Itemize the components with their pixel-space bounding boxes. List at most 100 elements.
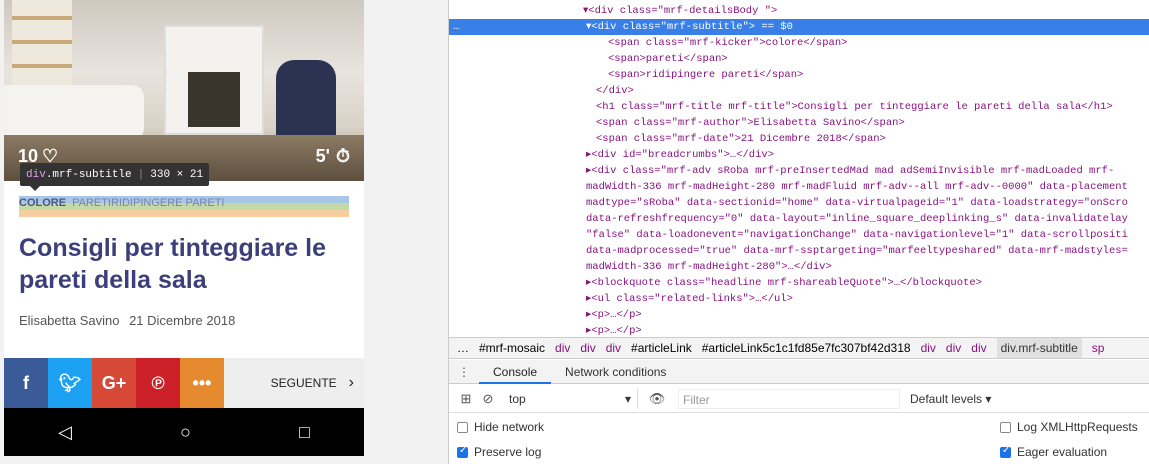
dom-tree-node[interactable]: ▸<ul class="related-links">…</ul> bbox=[449, 291, 1149, 307]
dom-tree-node[interactable]: ▾<div class="mrf-detailsBody "> bbox=[449, 3, 1149, 19]
back-icon[interactable]: ◁ bbox=[58, 422, 72, 443]
levels-dropdown[interactable]: Default levels ▾ bbox=[910, 392, 991, 406]
clear-console-icon[interactable]: ⊘ bbox=[477, 391, 499, 407]
dom-tree-node[interactable]: … ▾<div class="mrf-subtitle"> == $0 bbox=[449, 19, 1149, 35]
tooltip-tag: div bbox=[26, 168, 46, 181]
eager-eval-option[interactable]: Eager evaluation bbox=[1000, 445, 1107, 459]
breadcrumb-item[interactable]: sp bbox=[1092, 341, 1105, 355]
node-menu-icon[interactable]: … bbox=[453, 19, 459, 35]
tooltip-separator: | bbox=[137, 168, 145, 181]
dom-tree-node[interactable]: <span class="mrf-kicker">colore</span> bbox=[449, 35, 1149, 51]
dom-tree-node-text: <span>ridipingere pareti</span> bbox=[608, 69, 804, 81]
hide-network-option[interactable]: Hide network bbox=[457, 420, 544, 434]
dom-tree-node[interactable]: <span class="mrf-date">21 Dicembre 2018<… bbox=[449, 131, 1149, 147]
dom-tree-node-text: ▸<div class="mrf-adv sRoba mrf-preInsert… bbox=[586, 165, 1115, 177]
dom-tree-node-text: madtype="sRoba" data-sectionid="home" da… bbox=[586, 197, 1128, 209]
breadcrumb-item[interactable]: div bbox=[606, 341, 621, 355]
home-icon[interactable]: ○ bbox=[180, 422, 191, 443]
log-xhr-option[interactable]: Log XMLHttpRequests bbox=[1000, 420, 1138, 434]
breadcrumb-item[interactable]: #mrf-mosaic bbox=[479, 341, 545, 355]
dom-tree-node[interactable]: </div> bbox=[449, 83, 1149, 99]
dom-tree-node-text: <span class="mrf-date">21 Dicembre 2018<… bbox=[596, 133, 886, 145]
pinterest-icon: ℗ bbox=[151, 372, 165, 393]
next-label: SEGUENTE bbox=[270, 376, 337, 390]
context-select[interactable]: top ▾ bbox=[503, 388, 638, 409]
preserve-log-label: Preserve log bbox=[474, 445, 542, 459]
eager-eval-label: Eager evaluation bbox=[1017, 445, 1108, 459]
dom-tree-node[interactable]: ▸<blockquote class="headline mrf-shareab… bbox=[449, 275, 1149, 291]
preserve-log-checkbox[interactable] bbox=[457, 445, 468, 458]
dom-tree-node-text: ▸<ul class="related-links">…</ul> bbox=[586, 293, 793, 305]
breadcrumb-item[interactable]: div bbox=[580, 341, 595, 355]
dom-tree-node[interactable]: madtype="sRoba" data-sectionid="home" da… bbox=[449, 195, 1149, 211]
share-bar: f 🐦︎ G+ ℗ ••• SEGUENTE › bbox=[4, 358, 364, 408]
dom-tree-node-text: "false" data-loadonevent="navigationChan… bbox=[586, 229, 1128, 241]
read-time: 5' ⏱ bbox=[316, 146, 350, 167]
dom-tree-node[interactable]: madWidth-336 mrf-madHeight-280 mrf-madFl… bbox=[449, 179, 1149, 195]
dropdown-arrow-icon: ▾ bbox=[624, 391, 631, 406]
dom-tree-node[interactable]: <span class="mrf-author">Elisabetta Savi… bbox=[449, 115, 1149, 131]
dom-tree-node-text: ▸<div id="breadcrumbs">…</div> bbox=[586, 149, 775, 161]
dom-tree-node-text: </div> bbox=[596, 85, 634, 97]
dom-breadcrumbs: … #mrf-mosaic div div div #articleLink #articl… bbox=[449, 337, 1149, 359]
tab-network-conditions[interactable]: Network conditions bbox=[551, 360, 680, 384]
dom-tree-node-text: <span class="mrf-kicker">colore</span> bbox=[608, 37, 848, 49]
facebook-share-button[interactable]: f bbox=[4, 358, 48, 408]
dom-tree-node-text: ▸<p>…</p> bbox=[586, 325, 642, 337]
subtitle-part: RIDIPINGERE PARETI bbox=[110, 197, 225, 209]
article-meta: Elisabetta Savino 21 Dicembre 2018 bbox=[19, 313, 235, 328]
breadcrumb-item[interactable]: … bbox=[457, 341, 469, 355]
dom-tree-node-text: <h1 class="mrf-title mrf-title">Consigli… bbox=[596, 101, 1113, 113]
twitter-share-button[interactable]: 🐦︎ bbox=[48, 358, 92, 408]
fireplace bbox=[164, 25, 264, 135]
breadcrumb-item[interactable]: div bbox=[946, 341, 961, 355]
dom-tree-node[interactable]: ▸<div class="mrf-adv sRoba mrf-preInsert… bbox=[449, 163, 1149, 179]
kebab-menu-icon[interactable]: ⋮ bbox=[449, 365, 479, 379]
eager-eval-checkbox[interactable] bbox=[1000, 445, 1011, 458]
article-date: 21 Dicembre 2018 bbox=[129, 313, 236, 328]
tab-console[interactable]: Console bbox=[479, 360, 552, 384]
breadcrumb-item[interactable]: div bbox=[555, 341, 570, 355]
filter-input[interactable]: Filter bbox=[678, 388, 900, 409]
dom-tree-node[interactable]: ▸<div id="breadcrumbs">…</div> bbox=[449, 147, 1149, 163]
elements-tree: ▾<div class="mrf-detailsBody "> … ▾<div cl… bbox=[449, 0, 1149, 337]
dom-tree-node[interactable]: data-refreshfrequency="0" data-layout="i… bbox=[449, 211, 1149, 227]
dom-tree-node[interactable]: "false" data-loadonevent="navigationChan… bbox=[449, 227, 1149, 243]
breadcrumb-item[interactable]: div bbox=[971, 341, 986, 355]
dom-tree-node-text: <span class="mrf-author">Elisabetta Savi… bbox=[596, 117, 905, 129]
breadcrumb-item[interactable]: #articleLink5c1c1fd85e7fc307bf42d318 bbox=[702, 341, 911, 355]
dom-tree-node[interactable]: <h1 class="mrf-title mrf-title">Consigli… bbox=[449, 99, 1149, 115]
dom-tree-node[interactable]: madWidth-336 mrf-madHeight-280">…</div> bbox=[449, 259, 1149, 275]
pinterest-share-button[interactable]: ℗ bbox=[136, 358, 180, 408]
article-author: Elisabetta Savino bbox=[19, 313, 120, 328]
devtools-panel: ▾<div class="mrf-detailsBody "> … ▾<div cl… bbox=[448, 0, 1149, 464]
sidebar-toggle-icon[interactable]: ⊞ bbox=[455, 391, 477, 407]
dom-tree-node[interactable]: ▸<p>…</p> bbox=[449, 323, 1149, 337]
dom-tree-node[interactable]: <span>pareti</span> bbox=[449, 51, 1149, 67]
more-share-button[interactable]: ••• bbox=[180, 358, 224, 408]
recents-icon[interactable]: □ bbox=[299, 422, 310, 443]
chevron-right-icon: › bbox=[348, 374, 354, 391]
googleplus-share-button[interactable]: G+ bbox=[92, 358, 136, 408]
dom-tree-node-text: ▾<div class="mrf-detailsBody "> bbox=[583, 5, 778, 17]
breadcrumb-item[interactable]: div.mrf-subtitle bbox=[996, 338, 1082, 358]
dom-tree-node-text: ▾<div class="mrf-subtitle"> == $0 bbox=[586, 21, 793, 33]
sofa bbox=[4, 85, 144, 140]
dom-tree-node[interactable]: <span>ridipingere pareti</span> bbox=[449, 67, 1149, 83]
dom-tree-node[interactable]: ▸<p>…</p> bbox=[449, 307, 1149, 323]
breadcrumb-item[interactable]: div bbox=[921, 341, 936, 355]
hide-network-checkbox[interactable] bbox=[457, 421, 468, 433]
dom-tree-node-text: madWidth-336 mrf-madHeight-280">…</div> bbox=[586, 261, 832, 273]
eye-icon[interactable]: 👁︎ bbox=[646, 391, 668, 407]
preserve-log-option[interactable]: Preserve log bbox=[457, 445, 541, 459]
dom-tree-node[interactable]: data-madprocessed="true" data-mrf-ssptar… bbox=[449, 243, 1149, 259]
dom-tree-node-text: <span>pareti</span> bbox=[608, 53, 728, 65]
highlight-margin bbox=[19, 210, 349, 217]
device-viewport: 10 ♡ 5' ⏱ div .mrf-subtitle | 330 × 21 CO… bbox=[0, 0, 448, 464]
dom-tree-node-text: ▸<p>…</p> bbox=[586, 309, 642, 321]
timer-icon: ⏱ bbox=[335, 146, 350, 166]
next-article-button[interactable]: SEGUENTE › bbox=[224, 358, 364, 408]
facebook-icon: f bbox=[23, 372, 29, 393]
log-xhr-checkbox[interactable] bbox=[1000, 421, 1011, 433]
breadcrumb-item[interactable]: #articleLink bbox=[631, 341, 692, 355]
